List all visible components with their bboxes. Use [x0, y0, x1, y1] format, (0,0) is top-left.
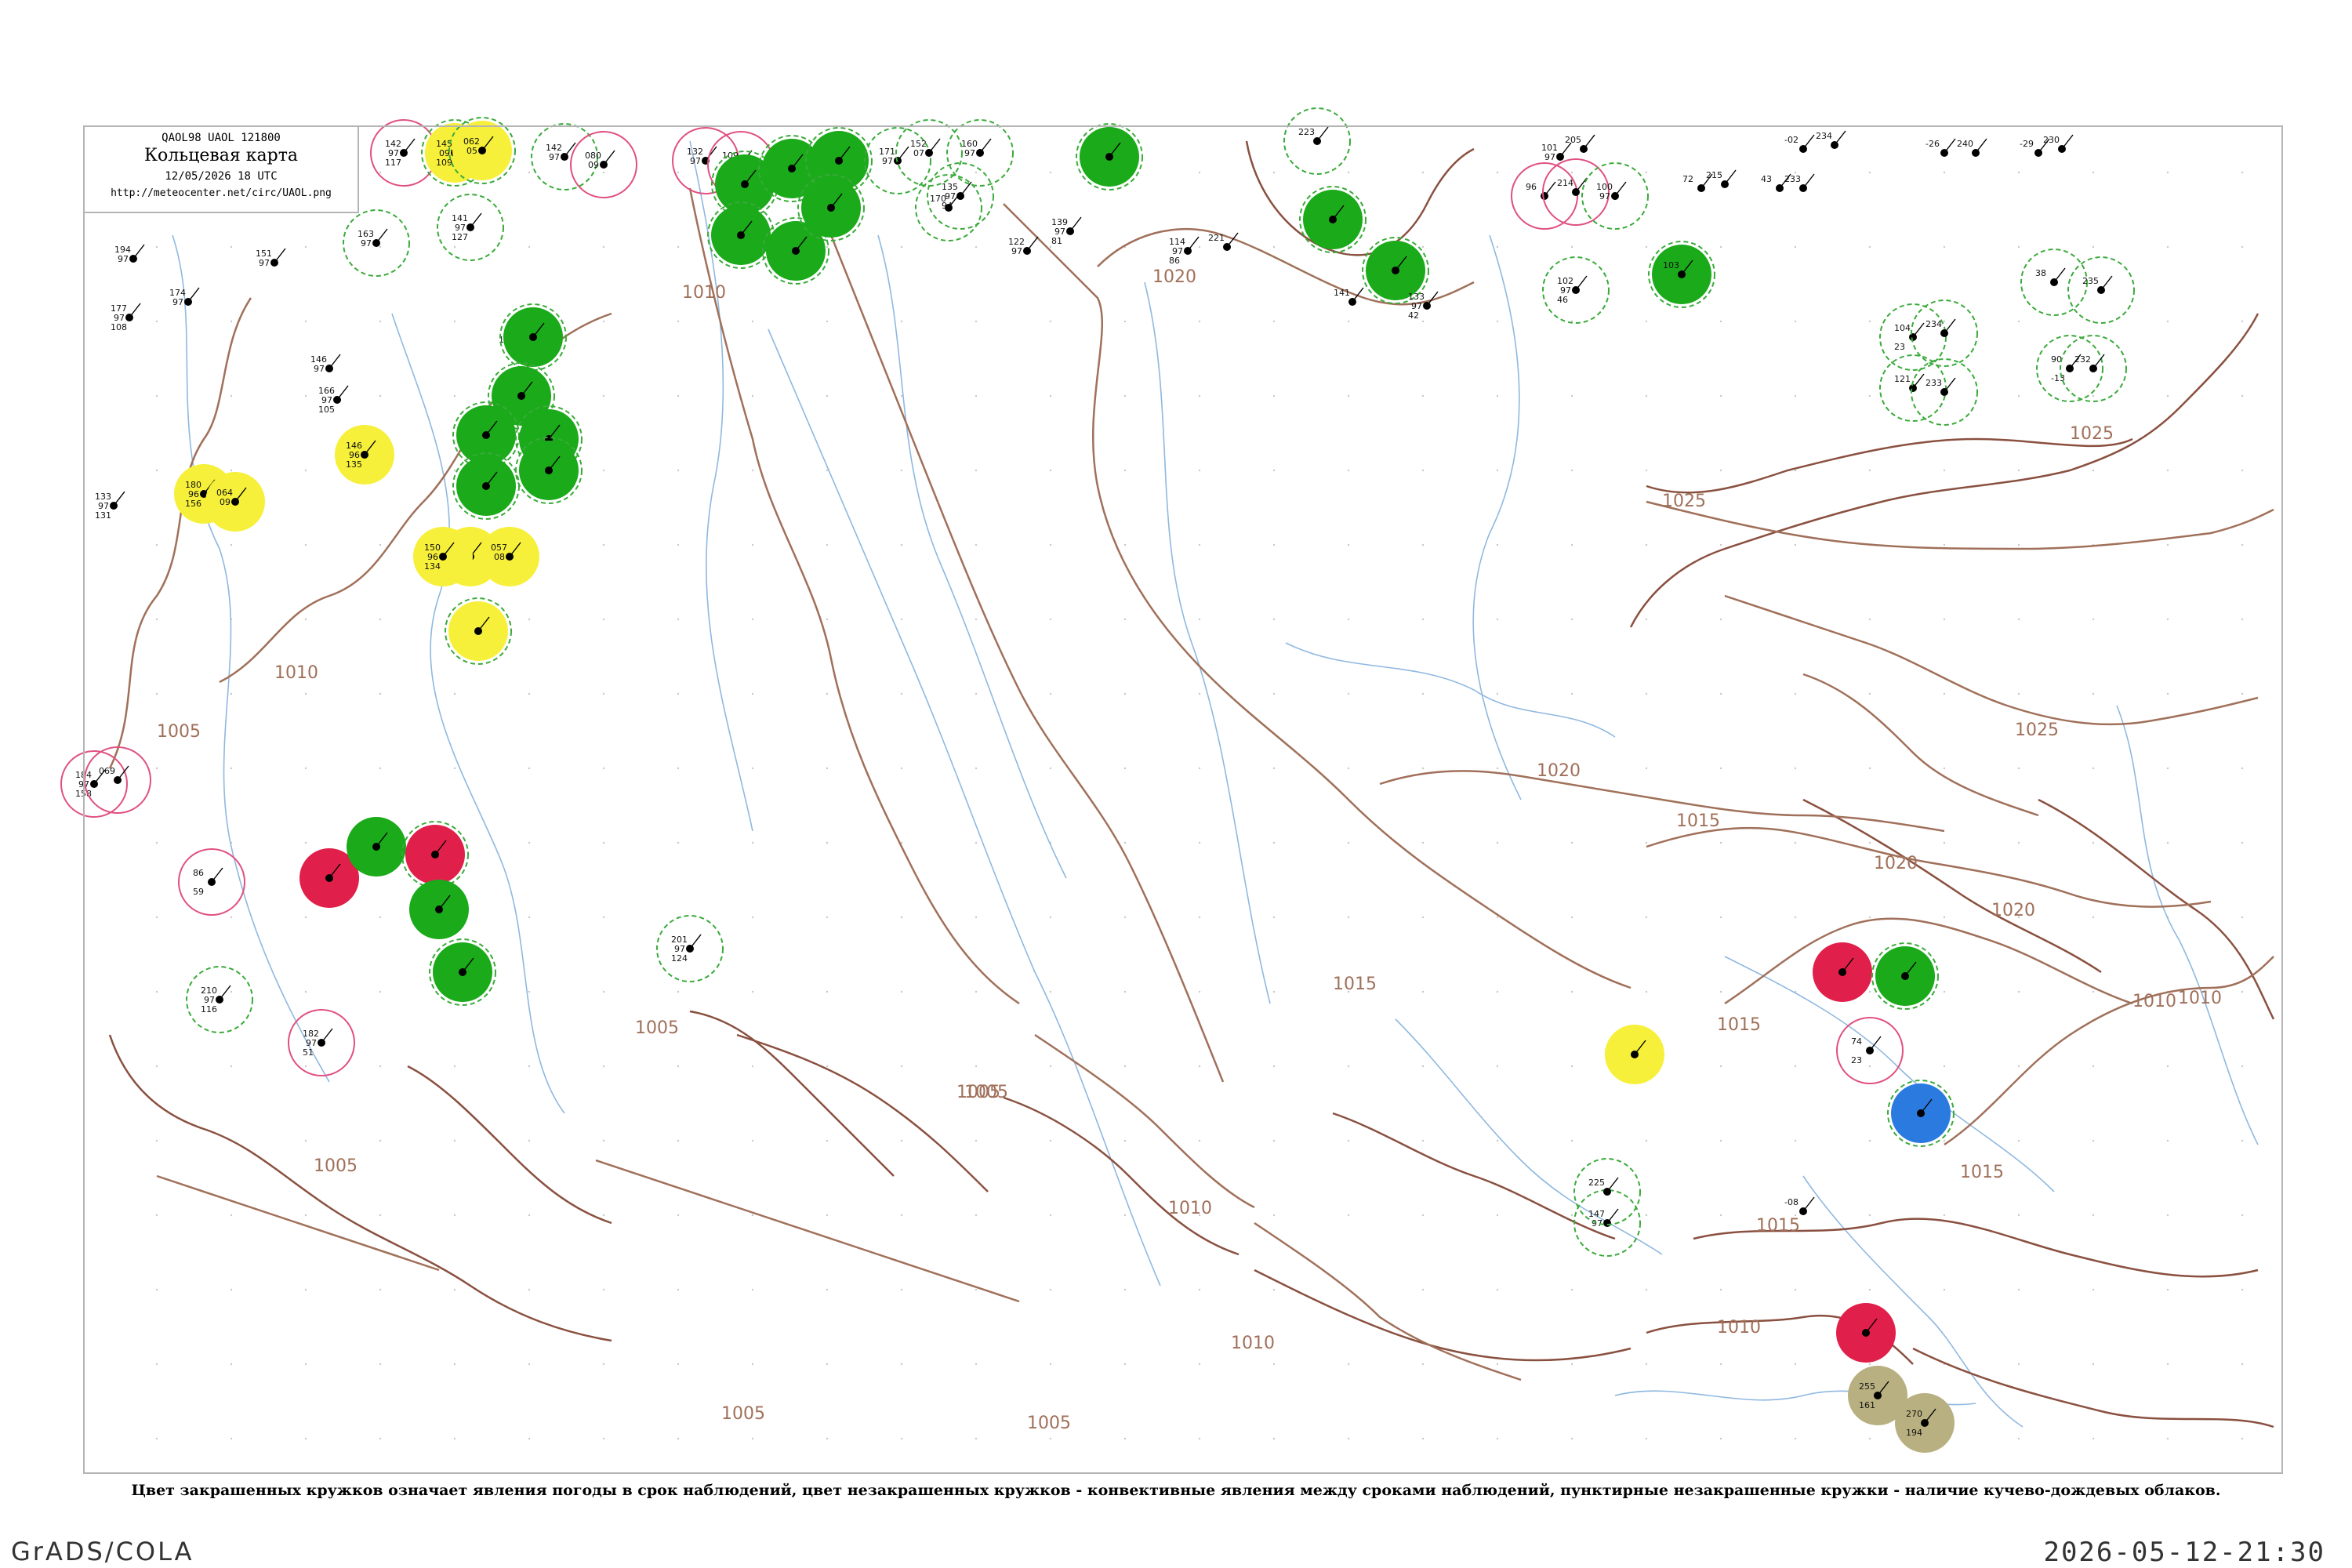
map-frame [83, 125, 2283, 1474]
valid-time: 12/05/2026 18 UTC [165, 170, 278, 183]
software-credit: GrADS/COLA [11, 1537, 194, 1566]
map-title: Кольцевая карта [143, 146, 298, 165]
product-codes: QAOL98 UAOL 121800 [162, 132, 281, 144]
legend-caption: Цвет закрашенных кружков означает явлени… [131, 1482, 2221, 1499]
title-box: QAOL98 UAOL 121800 Кольцевая карта 12/05… [85, 127, 359, 213]
source-url: http://meteocenter.net/circ/UAOL.png [111, 187, 332, 199]
render-timestamp: 2026-05-12-21:30 [2043, 1537, 2325, 1568]
